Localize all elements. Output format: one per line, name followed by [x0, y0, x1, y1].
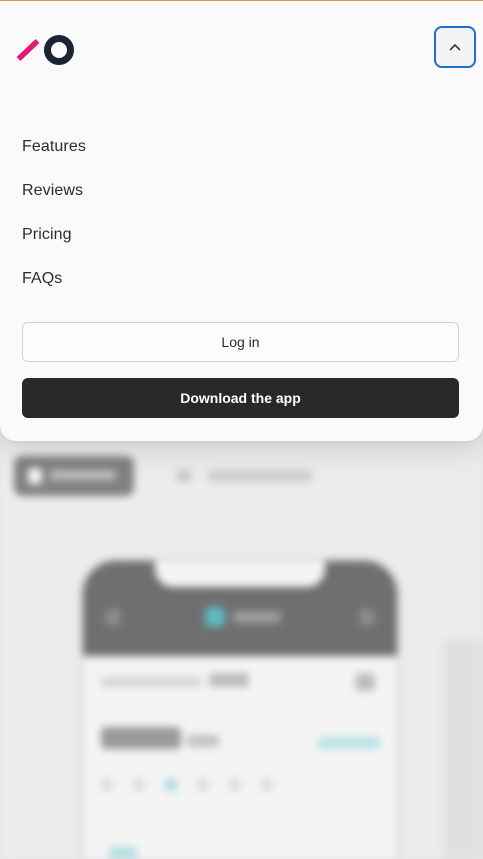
day-dot [229, 779, 241, 791]
day-dot [261, 779, 273, 791]
phone-mockup [80, 558, 400, 859]
day-dot [133, 779, 145, 791]
phone-notch [155, 561, 325, 587]
day-dot [197, 779, 209, 791]
nav-item-label: FAQs [22, 270, 63, 287]
collapse-menu-button[interactable] [434, 26, 476, 68]
phone-accent-pill [317, 737, 381, 749]
phone-row-value [209, 673, 249, 687]
day-dot-selected [165, 779, 177, 791]
chevron-left-icon [105, 609, 121, 625]
phone-row-label [101, 677, 201, 687]
brand-logo-icon [16, 35, 74, 65]
brand-logo-link[interactable] [16, 34, 76, 66]
download-app-button[interactable]: Download the app [22, 378, 459, 418]
apple-icon [28, 468, 42, 484]
nav-item-faqs[interactable]: FAQs [22, 257, 86, 301]
background-link-icon [176, 470, 192, 482]
mobile-nav-list: Features Reviews Pricing FAQs [22, 125, 86, 301]
mobile-menu-panel: Features Reviews Pricing FAQs Log in Dow… [0, 0, 483, 441]
background-link-text [208, 470, 312, 482]
nav-item-features[interactable]: Features [22, 125, 86, 169]
background-side-panel [443, 640, 483, 859]
nav-item-label: Features [22, 138, 86, 155]
app-logo-icon [205, 607, 225, 627]
phone-amount-unit [187, 735, 219, 747]
phone-bottom-chip [109, 847, 137, 859]
login-button[interactable]: Log in [22, 322, 459, 362]
nav-item-reviews[interactable]: Reviews [22, 169, 86, 213]
phone-amount [101, 727, 181, 749]
background-store-button-text [50, 470, 116, 480]
phone-day-selector [101, 779, 281, 793]
day-dot [101, 779, 113, 791]
phone-app-header [83, 561, 397, 656]
nav-item-pricing[interactable]: Pricing [22, 213, 86, 257]
nav-item-label: Pricing [22, 226, 72, 243]
chevron-right-icon [359, 609, 375, 625]
app-header-title [233, 611, 281, 623]
nav-item-label: Reviews [22, 182, 84, 199]
chevron-up-icon [449, 44, 461, 51]
phone-row-icon [355, 673, 375, 691]
background-store-button [14, 456, 134, 496]
